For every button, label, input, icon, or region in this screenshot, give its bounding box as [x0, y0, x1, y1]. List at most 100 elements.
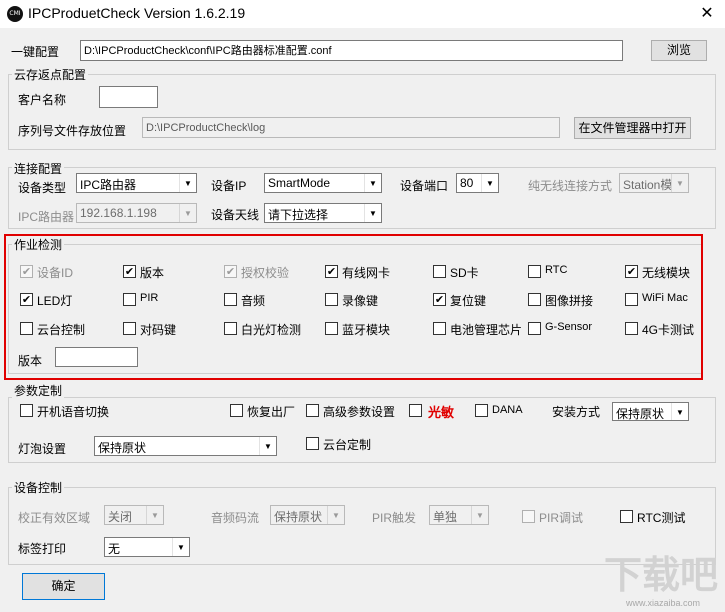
install-mode-select[interactable]: 保持原状 ▼	[612, 402, 689, 421]
boot-voice-checkbox[interactable]	[20, 404, 33, 417]
chevron-down-icon: ▼	[327, 506, 344, 524]
one-key-label: 一键配置	[11, 45, 60, 59]
check-icon: ✔	[626, 265, 637, 278]
app-icon: CMI	[7, 6, 23, 22]
detect-checkbox[interactable]: ✔	[123, 265, 136, 278]
antenna-value: 请下拉选择	[268, 208, 329, 222]
detect-checkbox[interactable]	[433, 265, 446, 278]
version-label: 版本	[18, 354, 43, 368]
bulb-setting-select[interactable]: 保持原状 ▼	[94, 436, 277, 456]
detect-checkbox[interactable]	[528, 293, 541, 306]
chevron-down-icon: ▼	[179, 204, 196, 222]
device-ip-select[interactable]: SmartMode ▼	[264, 173, 382, 193]
detect-checkbox[interactable]	[625, 322, 638, 335]
detect-item-label: 电池管理芯片	[450, 323, 523, 337]
dana-checkbox[interactable]	[475, 404, 488, 417]
device-control-group-title: 设备控制	[12, 479, 65, 496]
bulb-setting-value: 保持原状	[98, 441, 147, 455]
rtc-test-label: RTC测试	[637, 511, 686, 525]
detect-checkbox[interactable]: ✔	[433, 293, 446, 306]
ptz-custom-checkbox[interactable]	[306, 437, 319, 450]
check-icon: ✔	[326, 265, 337, 278]
browse-button[interactable]: 浏览	[651, 40, 707, 61]
watermark-url: www.xiazaiba.com	[626, 598, 701, 608]
device-type-select[interactable]: IPC路由器 ▼	[76, 173, 197, 193]
rtc-test-checkbox[interactable]	[620, 510, 633, 523]
confirm-button[interactable]: 确定	[22, 573, 105, 600]
detect-item-label: PIR	[140, 292, 159, 304]
config-path-field[interactable]: D:\IPCProductCheck\conf\IPC路由器标准配置.conf	[80, 40, 623, 61]
serial-path-field: D:\IPCProductCheck\log	[142, 117, 560, 138]
detect-checkbox[interactable]	[528, 265, 541, 278]
pir-trigger-select: 单独 ▼	[429, 505, 489, 525]
check-icon: ✔	[21, 265, 32, 278]
bulb-setting-label: 灯泡设置	[18, 442, 67, 456]
boot-voice-label: 开机语音切换	[37, 405, 110, 419]
antenna-select[interactable]: 请下拉选择 ▼	[264, 203, 382, 223]
detect-checkbox[interactable]	[123, 322, 136, 335]
pir-debug-label: PIR调试	[539, 511, 584, 525]
valid-area-label: 校正有效区域	[18, 511, 91, 525]
detect-checkbox[interactable]	[325, 293, 338, 306]
valid-area-value: 关闭	[108, 510, 133, 524]
detect-item-label: 图像拼接	[545, 294, 594, 308]
serial-path-label: 序列号文件存放位置	[18, 124, 127, 138]
detect-item-label: 有线网卡	[342, 266, 391, 280]
detect-checkbox[interactable]: ✔	[20, 293, 33, 306]
light-sensitive-label: 光敏	[428, 405, 455, 420]
detect-item-label: WiFi Mac	[642, 292, 688, 304]
chevron-down-icon: ▼	[481, 174, 498, 192]
detect-item-label: 录像键	[342, 294, 379, 308]
install-mode-value: 保持原状	[616, 407, 665, 421]
device-type-value: IPC路由器	[80, 178, 137, 192]
detect-checkbox[interactable]	[528, 322, 541, 335]
detect-checkbox[interactable]	[625, 293, 638, 306]
factory-reset-label: 恢复出厂	[247, 405, 296, 419]
detect-item-label: 设备ID	[37, 266, 74, 280]
detect-item-label: 蓝牙模块	[342, 323, 391, 337]
detect-checkbox[interactable]	[325, 322, 338, 335]
valid-area-select: 关闭 ▼	[104, 505, 164, 525]
detect-checkbox[interactable]	[224, 322, 237, 335]
close-icon[interactable]: ✕	[696, 3, 718, 23]
check-icon: ✔	[225, 265, 236, 278]
ipc-router-select: 192.168.1.198 ▼	[76, 203, 197, 223]
detect-item-label: RTC	[545, 264, 568, 276]
detect-checkbox: ✔	[224, 265, 237, 278]
wireless-mode-label: 纯无线连接方式	[528, 179, 613, 193]
detect-item-label: G-Sensor	[545, 321, 593, 333]
chevron-down-icon: ▼	[172, 538, 189, 556]
detect-checkbox[interactable]	[123, 293, 136, 306]
detect-item-label: 对码键	[140, 323, 177, 337]
chevron-down-icon: ▼	[364, 204, 381, 222]
version-field[interactable]	[55, 347, 138, 367]
advanced-params-checkbox[interactable]	[306, 404, 319, 417]
detect-item-label: 云台控制	[37, 323, 86, 337]
detect-checkbox[interactable]: ✔	[625, 265, 638, 278]
detect-item-label: SD卡	[450, 266, 479, 280]
window-title: IPCProduetCheck Version 1.6.2.19	[28, 5, 246, 21]
detect-item-label: 4G卡测试	[642, 323, 695, 337]
ptz-custom-label: 云台定制	[323, 438, 372, 452]
light-sensitive-checkbox[interactable]	[409, 404, 422, 417]
detect-checkbox[interactable]	[20, 322, 33, 335]
cloud-group-title: 云存返点配置	[12, 66, 89, 83]
detect-checkbox[interactable]: ✔	[325, 265, 338, 278]
device-ip-value: SmartMode	[268, 176, 331, 190]
factory-reset-checkbox[interactable]	[230, 404, 243, 417]
install-mode-label: 安装方式	[552, 405, 601, 419]
check-icon: ✔	[21, 293, 32, 306]
pir-debug-checkbox	[522, 510, 535, 523]
connection-group-title: 连接配置	[12, 160, 65, 177]
wireless-mode-select: Station模 ▼	[619, 173, 689, 193]
detect-checkbox[interactable]	[224, 293, 237, 306]
ipc-router-label: IPC路由器	[18, 210, 75, 224]
open-in-explorer-button[interactable]: 在文件管理器中打开	[574, 117, 691, 139]
device-port-select[interactable]: 80 ▼	[456, 173, 499, 193]
device-port-label: 设备端口	[400, 179, 449, 193]
check-icon: ✔	[434, 293, 445, 306]
customer-name-field[interactable]	[99, 86, 158, 108]
tag-print-select[interactable]: 无 ▼	[104, 537, 190, 557]
chevron-down-icon: ▼	[179, 174, 196, 192]
detect-checkbox[interactable]	[433, 322, 446, 335]
